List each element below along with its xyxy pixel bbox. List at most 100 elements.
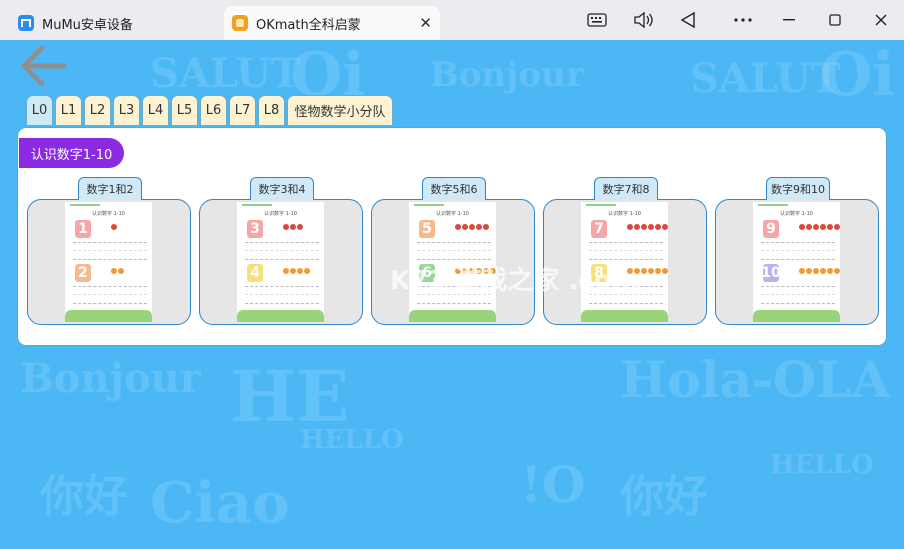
object-dot	[655, 268, 661, 274]
watermark: K73 游戏之家 .com	[390, 266, 639, 296]
object-dot	[799, 224, 805, 230]
object-dot	[462, 224, 468, 230]
tracing-guides	[761, 286, 835, 304]
sheet-number: 3	[247, 220, 263, 238]
object-dot	[297, 268, 303, 274]
sheet-topbar	[758, 204, 788, 206]
sheet-grass	[409, 310, 496, 322]
tab-monster-math[interactable]: 怪物数学小分队	[287, 95, 393, 125]
sheet-topbar	[586, 204, 616, 206]
tab-mumu[interactable]: MuMu安卓设备	[10, 6, 220, 40]
lesson-card[interactable]: 数字1和2 认识数字 1-10 1 2	[27, 177, 191, 325]
lesson-card-label: 数字5和6	[422, 177, 486, 200]
tab-level-l3[interactable]: L3	[113, 95, 140, 125]
sheet-objects	[111, 224, 117, 230]
object-dot	[806, 224, 812, 230]
object-dot	[283, 224, 289, 230]
object-dot	[483, 224, 489, 230]
title-bar: MuMu安卓设备 OKmath全科启蒙 ✕	[0, 0, 904, 40]
object-dot	[634, 224, 640, 230]
object-dot	[648, 224, 654, 230]
mumu-app-icon	[18, 15, 34, 31]
sheet-number: 4	[247, 264, 263, 282]
sheet-number: 2	[75, 264, 91, 282]
sheet-topbar	[414, 204, 444, 206]
sheet-grass	[65, 310, 152, 322]
object-dot	[806, 268, 812, 274]
object-dot	[820, 268, 826, 274]
tracing-guides	[73, 286, 147, 304]
sheet-topbar	[70, 204, 100, 206]
tab-mumu-label: MuMu安卓设备	[42, 17, 133, 33]
more-icon[interactable]	[730, 8, 756, 32]
object-dot	[662, 224, 668, 230]
tab-level-l8[interactable]: L8	[258, 95, 285, 125]
object-dot	[111, 268, 117, 274]
tab-level-l1[interactable]: L1	[55, 95, 82, 125]
object-dot	[111, 224, 117, 230]
sheet-title: 认识数字 1-10	[780, 211, 813, 217]
object-dot	[283, 268, 289, 274]
sheet-number: 9	[763, 220, 779, 238]
object-dot	[827, 224, 833, 230]
sheet-number: 10	[761, 264, 781, 282]
object-dot	[655, 224, 661, 230]
lesson-card[interactable]: 数字3和4 认识数字 1-10 3 4	[199, 177, 363, 325]
tracing-guides	[761, 242, 835, 260]
sheet-title: 认识数字 1-10	[436, 211, 469, 217]
sheet-number: 1	[75, 220, 91, 238]
object-dot	[648, 268, 654, 274]
tab-level-l6[interactable]: L6	[200, 95, 227, 125]
tab-okmath-label: OKmath全科启蒙	[256, 17, 361, 33]
object-dot	[641, 268, 647, 274]
maximize-icon[interactable]	[822, 8, 848, 32]
sheet-objects	[799, 224, 840, 230]
tab-close-icon[interactable]: ✕	[419, 14, 432, 32]
lesson-card-label: 数字3和4	[250, 177, 314, 200]
object-dot	[627, 224, 633, 230]
worksheet-thumbnail: 认识数字 1-10 9 10	[753, 202, 840, 322]
tab-level-l4[interactable]: L4	[142, 95, 169, 125]
object-dot	[290, 224, 296, 230]
worksheet-thumbnail: 认识数字 1-10 1 2	[65, 202, 152, 322]
back-arrow-icon[interactable]	[18, 42, 68, 90]
sheet-objects	[283, 224, 303, 230]
lesson-card-label: 数字7和8	[594, 177, 658, 200]
section-title: 认识数字1-10	[19, 138, 124, 168]
okmath-app-icon	[232, 15, 248, 31]
sheet-grass	[237, 310, 324, 322]
object-dot	[476, 224, 482, 230]
object-dot	[834, 224, 840, 230]
close-icon[interactable]	[868, 8, 894, 32]
object-dot	[827, 268, 833, 274]
sheet-topbar	[242, 204, 272, 206]
sheet-grass	[753, 310, 840, 322]
tab-level-l0[interactable]: L0	[26, 95, 53, 125]
volume-icon[interactable]	[630, 8, 656, 32]
sheet-objects	[799, 268, 840, 274]
tab-level-l2[interactable]: L2	[84, 95, 111, 125]
object-dot	[834, 268, 840, 274]
sheet-number: 7	[591, 220, 607, 238]
tab-okmath[interactable]: OKmath全科启蒙 ✕	[224, 6, 440, 40]
minimize-icon[interactable]	[776, 8, 802, 32]
object-dot	[469, 224, 475, 230]
tab-level-l7[interactable]: L7	[229, 95, 256, 125]
lesson-card-label: 数字1和2	[78, 177, 142, 200]
object-dot	[662, 268, 668, 274]
level-tabs: L0 L1 L2 L3 L4 L5 L6 L7 L8 怪物数学小分队	[26, 95, 393, 125]
sheet-number: 5	[419, 220, 435, 238]
tracing-guides	[73, 242, 147, 260]
sheet-title: 认识数字 1-10	[264, 211, 297, 217]
keyboard-icon[interactable]	[584, 8, 610, 32]
tab-level-l5[interactable]: L5	[171, 95, 198, 125]
sheet-objects	[283, 268, 310, 274]
lesson-card-label: 数字9和10	[766, 177, 830, 200]
lesson-panel: 认识数字1-10 数字1和2 认识数字 1-10 1 2 数字3和4 认识数字 1-10 3…	[17, 127, 887, 346]
sheet-objects	[455, 224, 489, 230]
tracing-guides	[589, 242, 663, 260]
tracing-guides	[417, 242, 491, 260]
back-triangle-icon[interactable]	[675, 8, 701, 32]
object-dot	[641, 224, 647, 230]
lesson-card[interactable]: 数字9和10 认识数字 1-10 9 10	[715, 177, 879, 325]
